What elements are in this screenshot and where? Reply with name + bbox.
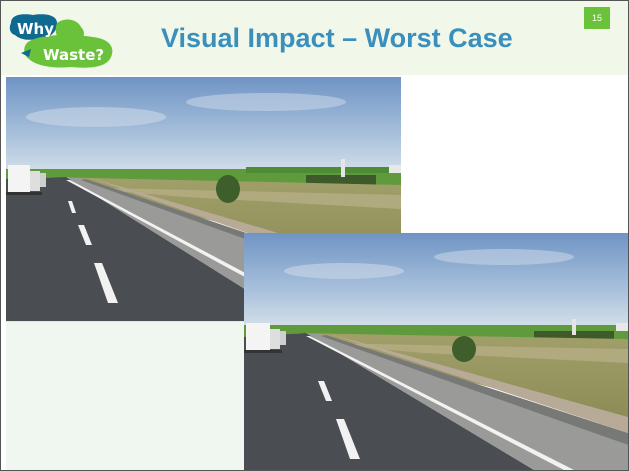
logo-word-why: Why	[17, 20, 54, 38]
highway-photo-small	[244, 233, 628, 470]
slide-title: Visual Impact – Worst Case	[161, 23, 513, 53]
logo-word-waste: Waste?	[43, 46, 104, 64]
page-number-badge: 15	[584, 7, 610, 29]
slide: Why Waste? Visual Impact – Worst Case 15	[0, 0, 629, 471]
blank-panel	[6, 321, 244, 470]
slide-header: Why Waste? Visual Impact – Worst Case 15	[1, 1, 628, 75]
why-waste-logo: Why Waste?	[9, 14, 113, 68]
